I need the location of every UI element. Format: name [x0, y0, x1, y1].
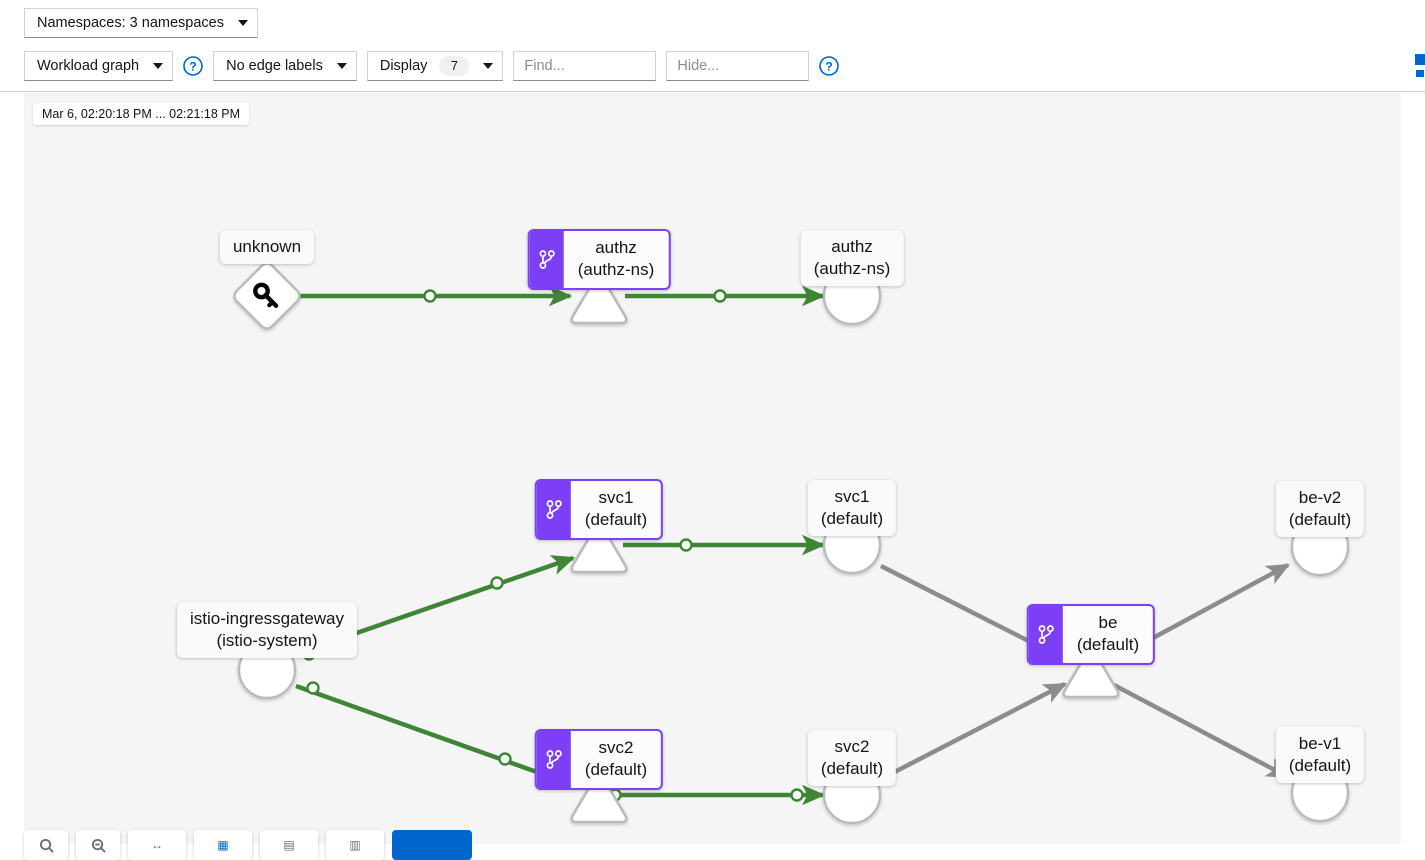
- code-branch-icon: [537, 481, 571, 538]
- node-label-be-v1[interactable]: be-v1 (default): [1276, 727, 1364, 783]
- code-branch-icon: [537, 731, 571, 788]
- chevron-down-icon: [483, 63, 493, 69]
- node-label-text: be (default): [1063, 606, 1153, 663]
- graph-type-select-label: Workload graph: [37, 58, 139, 74]
- edge-marker: [681, 540, 692, 551]
- layout-option-one-button[interactable]: ▤: [260, 830, 318, 860]
- graph-bottom-controls: ↔ ▦ ▤ ▥: [24, 830, 472, 844]
- graph-type-select[interactable]: Workload graph: [24, 51, 173, 81]
- edge-be-workload-to-be-v1[interactable]: [1114, 685, 1288, 777]
- node-label-svc2-workload[interactable]: svc2 (default): [535, 729, 663, 790]
- help-circle-icon[interactable]: ?: [183, 56, 203, 76]
- node-label-svc2-app[interactable]: svc2 (default): [808, 730, 896, 786]
- graph-toolbar: Workload graph ? No edge labels Display …: [0, 40, 1425, 92]
- node-label-unknown[interactable]: unknown: [220, 230, 314, 264]
- legend-button[interactable]: [392, 830, 472, 860]
- edge-marker: [792, 790, 803, 801]
- edge-labels-select[interactable]: No edge labels: [213, 51, 357, 81]
- toolbar-overflow-indicator[interactable]: [1415, 54, 1425, 80]
- node-label-svc1-workload[interactable]: svc1 (default): [535, 479, 663, 540]
- chevron-down-icon: [238, 20, 248, 26]
- edge-marker: [715, 291, 726, 302]
- layout-option-two-button[interactable]: ▥: [326, 830, 384, 860]
- graph-edges-and-nodes: [24, 92, 1401, 844]
- zoom-reset-button[interactable]: ↔: [128, 830, 186, 860]
- edge-svc2-workload-to-svc2-app[interactable]: [610, 790, 824, 801]
- edge-marker: [308, 683, 319, 694]
- code-branch-icon: [1029, 606, 1063, 663]
- edge-svc1-workload-to-svc1-app[interactable]: [623, 540, 823, 551]
- node-label-authz-workload[interactable]: authz (authz-ns): [528, 229, 671, 290]
- display-select[interactable]: Display 7: [367, 51, 504, 81]
- node-unknown[interactable]: [232, 261, 303, 332]
- edge-unknown-to-authz-workload[interactable]: [296, 291, 570, 302]
- edge-labels-select-label: No edge labels: [226, 58, 323, 74]
- display-count-badge: 7: [439, 56, 469, 76]
- edge-marker: [492, 578, 503, 589]
- node-label-authz-app[interactable]: authz (authz-ns): [801, 230, 904, 286]
- edge-marker: [500, 754, 511, 765]
- display-select-label: Display: [380, 58, 428, 74]
- svg-text:?: ?: [826, 59, 833, 73]
- edge-marker: [425, 291, 436, 302]
- namespace-toolbar: Namespaces: 3 namespaces: [0, 0, 1425, 40]
- edge-svc2-app-to-be-workload[interactable]: [881, 684, 1065, 779]
- chevron-down-icon: [337, 63, 347, 69]
- node-label-svc1-app[interactable]: svc1 (default): [808, 480, 896, 536]
- chevron-down-icon: [153, 63, 163, 69]
- node-label-be-v2[interactable]: be-v2 (default): [1276, 481, 1364, 537]
- namespace-select-label: Namespaces: 3 namespaces: [37, 15, 224, 31]
- svg-text:?: ?: [189, 59, 196, 73]
- find-input[interactable]: [513, 51, 656, 81]
- hide-input[interactable]: [666, 51, 809, 81]
- node-label-text: authz (authz-ns): [564, 231, 669, 288]
- node-label-be-workload[interactable]: be (default): [1027, 604, 1155, 665]
- node-label-text: svc1 (default): [571, 481, 661, 538]
- node-label-istio-ingressgateway[interactable]: istio-ingressgateway (istio-system): [177, 602, 357, 658]
- namespace-select[interactable]: Namespaces: 3 namespaces: [24, 8, 258, 38]
- node-label-text: svc2 (default): [571, 731, 661, 788]
- edge-authz-workload-to-authz-app[interactable]: [625, 291, 823, 302]
- service-graph-canvas[interactable]: Mar 6, 02:20:18 PM ... 02:21:18 PM: [24, 92, 1401, 844]
- legend-toggle-button[interactable]: ▦: [194, 830, 252, 860]
- zoom-in-button[interactable]: [24, 830, 68, 860]
- zoom-out-button[interactable]: [76, 830, 120, 860]
- find-hide-help-circle-icon[interactable]: ?: [819, 56, 839, 76]
- code-branch-icon: [530, 231, 564, 288]
